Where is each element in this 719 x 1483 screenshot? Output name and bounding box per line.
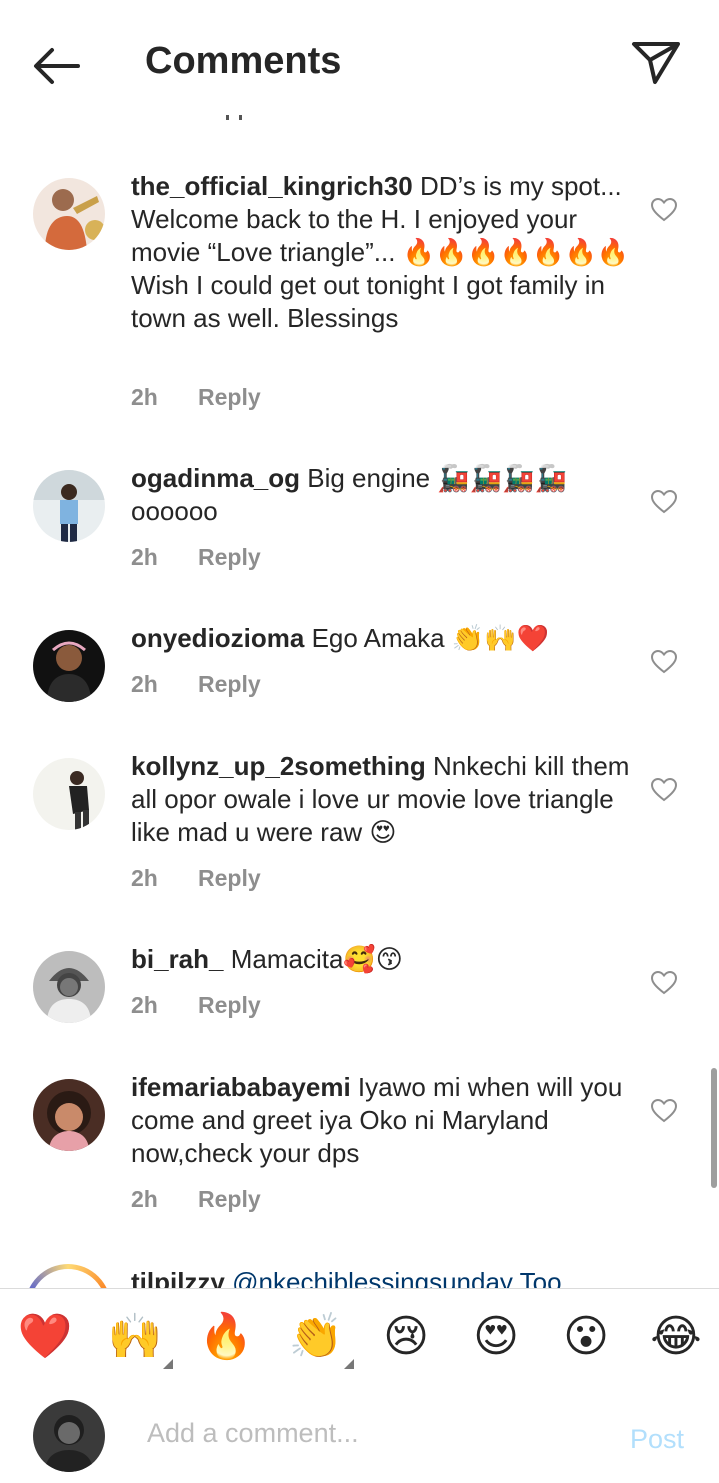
comment-time: 2h bbox=[131, 865, 158, 891]
heart-outline-icon bbox=[650, 489, 678, 514]
comment-input[interactable] bbox=[145, 1406, 609, 1460]
comment-text: kollynz_up_2something Nnkechi kill them … bbox=[131, 750, 631, 849]
scrollbar[interactable] bbox=[711, 1068, 717, 1188]
comment-time: 2h bbox=[131, 671, 158, 697]
comment-meta: 2h Reply bbox=[131, 671, 261, 698]
reaction-emoji: 🙌 bbox=[107, 1312, 163, 1361]
post-button[interactable]: Post bbox=[630, 1424, 684, 1455]
comment-username[interactable]: the_official_kingrich30 bbox=[131, 171, 413, 201]
reply-button[interactable]: Reply bbox=[198, 992, 261, 1018]
page-title: Comments bbox=[145, 40, 342, 82]
comment-composer: Post bbox=[0, 1386, 719, 1483]
reply-button[interactable]: Reply bbox=[198, 1186, 261, 1212]
reply-button[interactable]: Reply bbox=[198, 671, 261, 697]
like-button[interactable] bbox=[650, 649, 678, 674]
avatar[interactable] bbox=[33, 758, 105, 830]
heart-outline-icon bbox=[650, 649, 678, 674]
share-button[interactable] bbox=[628, 36, 686, 92]
comment-username[interactable]: kollynz_up_2something bbox=[131, 751, 426, 781]
heart-outline-icon bbox=[650, 197, 678, 222]
comment-body: Ego Amaka 👏🙌❤️ bbox=[304, 623, 549, 653]
like-button[interactable] bbox=[650, 1098, 678, 1123]
comment-time: 2h bbox=[131, 1186, 158, 1212]
like-button[interactable] bbox=[650, 970, 678, 995]
comment-body: @nkechiblessingsunday Too bbox=[224, 1267, 562, 1288]
comment-meta: 2h Reply bbox=[131, 992, 261, 1019]
comment-time: 2h bbox=[131, 992, 158, 1018]
comment-time: 2h bbox=[131, 384, 158, 410]
back-button[interactable] bbox=[28, 40, 84, 92]
avatar[interactable] bbox=[33, 630, 105, 702]
avatar[interactable] bbox=[33, 178, 105, 250]
comment-meta: 2h Reply bbox=[131, 1186, 261, 1213]
reply-button[interactable]: Reply bbox=[198, 544, 261, 570]
like-button[interactable] bbox=[650, 777, 678, 802]
comment-text: ogadinma_og Big engine 🚂🚂🚂🚂 oooooo bbox=[131, 462, 631, 528]
comment-body: Mamacita🥰😙 bbox=[223, 944, 403, 974]
comment-list[interactable]: the_official_kingrich30 DD’s is my spot.… bbox=[0, 128, 719, 1288]
heart-outline-icon bbox=[650, 1098, 678, 1123]
avatar[interactable] bbox=[33, 951, 105, 1023]
reaction-emoji: 👏 bbox=[288, 1312, 344, 1361]
avatar[interactable] bbox=[33, 1079, 105, 1151]
clipped-text-remnant bbox=[226, 110, 256, 120]
reaction-crying[interactable]: 😢 bbox=[376, 1307, 436, 1367]
comment-username[interactable]: onyedioziоma bbox=[131, 623, 304, 653]
like-button[interactable] bbox=[650, 197, 678, 222]
reaction-surprised[interactable]: 😮 bbox=[556, 1307, 616, 1367]
like-button[interactable] bbox=[650, 489, 678, 514]
comment-meta: 2h Reply bbox=[131, 384, 261, 411]
comment-meta: 2h Reply bbox=[131, 544, 261, 571]
heart-outline-icon bbox=[650, 970, 678, 995]
quick-reaction-bar: ❤️ 🙌 🔥 👏 😢 😍 😮 😂 bbox=[0, 1288, 719, 1387]
comment-text: bi_rah_ Mamacita🥰😙 bbox=[131, 943, 631, 976]
skin-tone-indicator bbox=[163, 1359, 173, 1369]
comment-text: onyedioziоma Ego Amaka 👏🙌❤️ bbox=[131, 622, 631, 655]
reaction-laughing[interactable]: 😂 bbox=[646, 1307, 706, 1367]
skin-tone-indicator bbox=[344, 1359, 354, 1369]
reaction-heart[interactable]: ❤️ bbox=[15, 1307, 75, 1367]
comment-username[interactable]: ifemariababayemi bbox=[131, 1072, 351, 1102]
reaction-fire[interactable]: 🔥 bbox=[196, 1307, 256, 1367]
reaction-raised-hands[interactable]: 🙌 bbox=[105, 1307, 173, 1369]
comment-username[interactable]: tilpilzzy bbox=[131, 1267, 225, 1288]
reaction-clapping[interactable]: 👏 bbox=[286, 1307, 354, 1369]
arrow-left-icon bbox=[34, 48, 80, 84]
story-ring-avatar[interactable] bbox=[25, 1264, 111, 1288]
reaction-heart-eyes[interactable]: 😍 bbox=[466, 1307, 526, 1367]
comment-username[interactable]: ogadinma_og bbox=[131, 463, 300, 493]
comment-text: tilpilzzy @nkechiblessingsunday Too bbox=[131, 1266, 691, 1288]
reply-button[interactable]: Reply bbox=[198, 865, 261, 891]
reply-button[interactable]: Reply bbox=[198, 384, 261, 410]
comment-time: 2h bbox=[131, 544, 158, 570]
heart-outline-icon bbox=[650, 777, 678, 802]
comment-text: ifemariababayemi Iyawo mi when will you … bbox=[131, 1071, 631, 1170]
comment-meta: 2h Reply bbox=[131, 865, 261, 892]
paper-plane-icon bbox=[632, 42, 680, 84]
top-bar: Comments bbox=[0, 0, 719, 128]
comment-username[interactable]: bi_rah_ bbox=[131, 944, 224, 974]
avatar[interactable] bbox=[33, 470, 105, 542]
comment-text: the_official_kingrich30 DD’s is my spot.… bbox=[131, 170, 631, 335]
current-user-avatar bbox=[33, 1400, 105, 1472]
